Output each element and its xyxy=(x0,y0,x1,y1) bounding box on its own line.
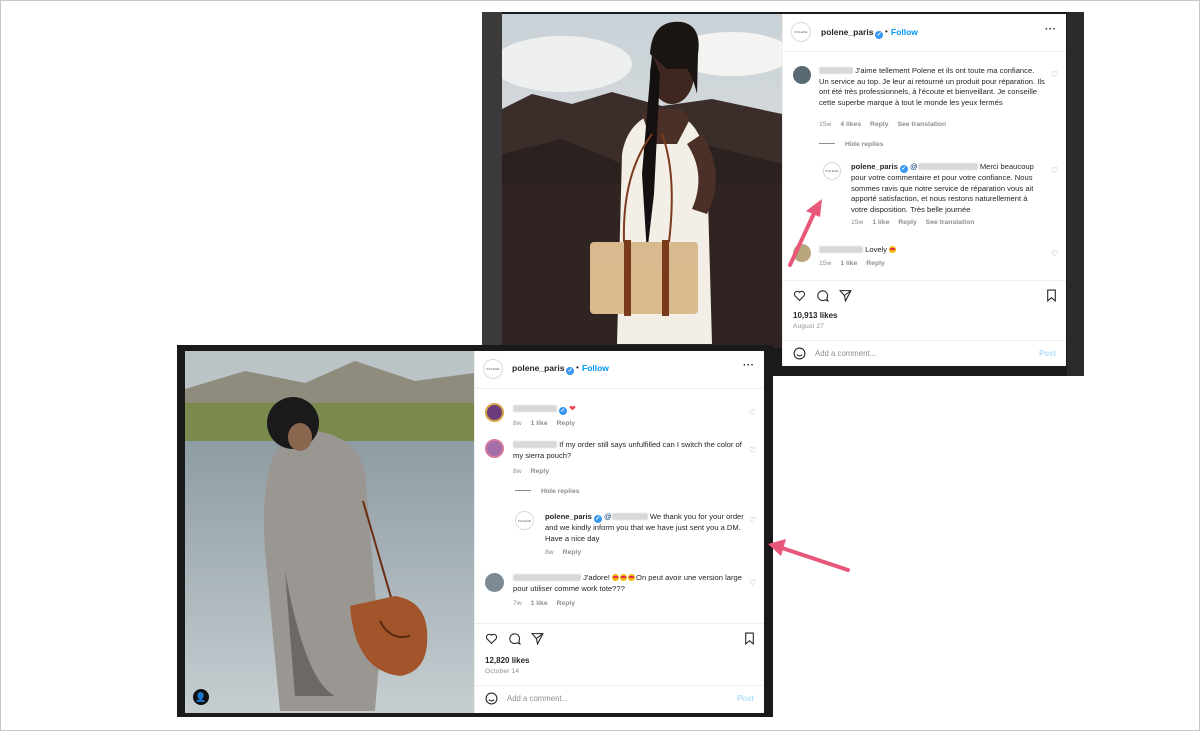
bookmark-save-icon[interactable] xyxy=(743,632,756,645)
annotation-arrow-up xyxy=(788,199,822,267)
like-comment-heart-icon[interactable]: ♡ xyxy=(749,446,756,455)
top-post-header: POLENE polene_paris ✓ • Follow ··· xyxy=(783,14,1066,52)
brand-reply-avatar[interactable]: POLENE xyxy=(823,162,841,180)
post-actions-bar: 10,913 likes August 27 xyxy=(783,280,1066,340)
add-comment-bar: Add a comment... Post xyxy=(783,340,1066,366)
heart-eyes-emoji-icon xyxy=(628,574,636,581)
reply-meta: 15w 1 like Reply See translation xyxy=(851,219,975,226)
like-reply-heart-icon[interactable]: ♡ xyxy=(749,516,756,525)
add-comment-input[interactable]: Add a comment... xyxy=(507,694,568,703)
likes-count[interactable]: 10,913 likes xyxy=(793,311,837,320)
woman-with-straw-bag-image xyxy=(502,14,782,348)
bottom-post-window: 👤 POLENE polene_paris ✓ • Follow ··· ✓ ❤ … xyxy=(177,345,773,717)
more-options-icon[interactable]: ··· xyxy=(1045,24,1057,35)
verified-badge-icon: ✓ xyxy=(875,31,884,39)
bookmark-save-icon[interactable] xyxy=(1045,289,1058,302)
hide-replies-button[interactable]: Hide replies xyxy=(515,488,580,495)
dot-separator: • xyxy=(885,27,888,36)
blurred-username xyxy=(819,67,853,74)
comment-meta: 8w 1 like Reply xyxy=(513,420,576,427)
comment-text: J'adore! On peut avoir une version large… xyxy=(513,573,742,593)
heart-eyes-emoji-icon xyxy=(612,574,620,581)
like-comment-heart-icon[interactable]: ♡ xyxy=(1051,70,1058,79)
top-comments-panel: POLENE polene_paris ✓ • Follow ··· J'aime… xyxy=(782,14,1066,366)
add-comment-bar: Add a comment... Post xyxy=(475,685,764,711)
comment-meta: 15w 4 likes Reply See translation xyxy=(819,121,947,128)
comment-text: If my order still says unfulfilled can I… xyxy=(513,440,742,460)
commenter-avatar[interactable] xyxy=(793,66,811,84)
verified-badge-icon: ✓ xyxy=(566,367,575,375)
see-translation-link[interactable]: See translation xyxy=(897,121,946,128)
comment-bubble-icon[interactable] xyxy=(508,632,521,645)
right-edge-strip xyxy=(1067,12,1084,376)
verified-badge-icon: ✓ xyxy=(899,165,908,173)
like-reply-heart-icon[interactable]: ♡ xyxy=(1051,166,1058,175)
bottom-post-photo: 👤 xyxy=(185,351,474,713)
commenter-avatar[interactable] xyxy=(485,439,504,458)
emoji-smile-icon[interactable] xyxy=(485,692,498,705)
comment-text: ✓ ❤ xyxy=(513,404,743,415)
reply-meta: 8w Reply xyxy=(545,549,582,556)
follow-button[interactable]: Follow xyxy=(582,363,609,373)
dot-separator: • xyxy=(576,363,579,372)
comment-likes-link[interactable]: 4 likes xyxy=(840,121,861,128)
hide-replies-button[interactable]: Hide replies xyxy=(819,141,884,148)
left-edge-strip xyxy=(482,12,502,376)
brand-reply-text: polene_paris ✓ @ We thank you for your or… xyxy=(545,512,744,543)
verified-badge-icon: ✓ xyxy=(559,407,567,415)
user-tag-icon[interactable]: 👤 xyxy=(193,689,209,705)
heart-eyes-emoji-icon xyxy=(889,246,897,253)
comment-meta: 7w 1 like Reply xyxy=(513,600,576,607)
account-avatar[interactable]: POLENE xyxy=(483,359,503,379)
account-avatar[interactable]: POLENE xyxy=(791,22,811,42)
bottom-comments-panel: POLENE polene_paris ✓ • Follow ··· ✓ ❤ ♡ … xyxy=(474,351,764,713)
commenter-avatar[interactable] xyxy=(485,573,504,592)
comment-meta: 8w Reply xyxy=(513,468,550,475)
top-post-window: POLENE polene_paris ✓ • Follow ··· J'aime… xyxy=(482,12,1084,376)
share-send-icon[interactable] xyxy=(839,289,852,302)
comment-bubble-icon[interactable] xyxy=(816,289,829,302)
verified-badge-icon: ✓ xyxy=(593,515,602,523)
post-comment-button[interactable]: Post xyxy=(737,694,754,703)
red-heart-emoji-icon: ❤ xyxy=(569,404,576,413)
heart-eyes-emoji-icon xyxy=(620,574,628,581)
post-date: October 14 xyxy=(485,668,520,675)
account-handle[interactable]: polene_paris xyxy=(821,27,873,37)
top-post-photo xyxy=(502,14,782,348)
emoji-smile-icon[interactable] xyxy=(793,347,806,360)
brand-reply-avatar[interactable]: POLENE xyxy=(515,511,534,530)
commenter-avatar[interactable] xyxy=(485,403,504,422)
annotation-arrow-left xyxy=(768,539,850,572)
like-comment-heart-icon[interactable]: ♡ xyxy=(749,578,756,587)
post-comment-button[interactable]: Post xyxy=(1039,349,1056,358)
share-send-icon[interactable] xyxy=(531,632,544,645)
like-heart-icon[interactable] xyxy=(793,289,806,302)
bottom-post-header: POLENE polene_paris ✓ • Follow ··· xyxy=(475,351,764,389)
comment-text: J'aime tellement Polene et ils ont toute… xyxy=(819,66,1045,107)
follow-button[interactable]: Follow xyxy=(891,27,918,37)
post-actions-bar: 12,820 likes October 14 xyxy=(475,623,764,685)
likes-count[interactable]: 12,820 likes xyxy=(485,656,529,665)
comment-text: Lovely xyxy=(819,245,1045,256)
account-handle[interactable]: polene_paris xyxy=(512,363,564,373)
like-comment-heart-icon[interactable]: ♡ xyxy=(1051,249,1058,258)
like-comment-heart-icon[interactable]: ♡ xyxy=(749,408,756,417)
like-heart-icon[interactable] xyxy=(485,632,498,645)
post-date: August 27 xyxy=(793,323,825,330)
comment-meta: 15w 1 like Reply xyxy=(819,260,885,267)
woman-with-leather-bag-image xyxy=(185,351,474,713)
brand-reply-text: polene_paris ✓ @ Merci beaucoup pour votr… xyxy=(851,162,1034,214)
add-comment-input[interactable]: Add a comment... xyxy=(815,349,876,358)
reply-button[interactable]: Reply xyxy=(870,121,889,128)
more-options-icon[interactable]: ··· xyxy=(743,360,755,371)
